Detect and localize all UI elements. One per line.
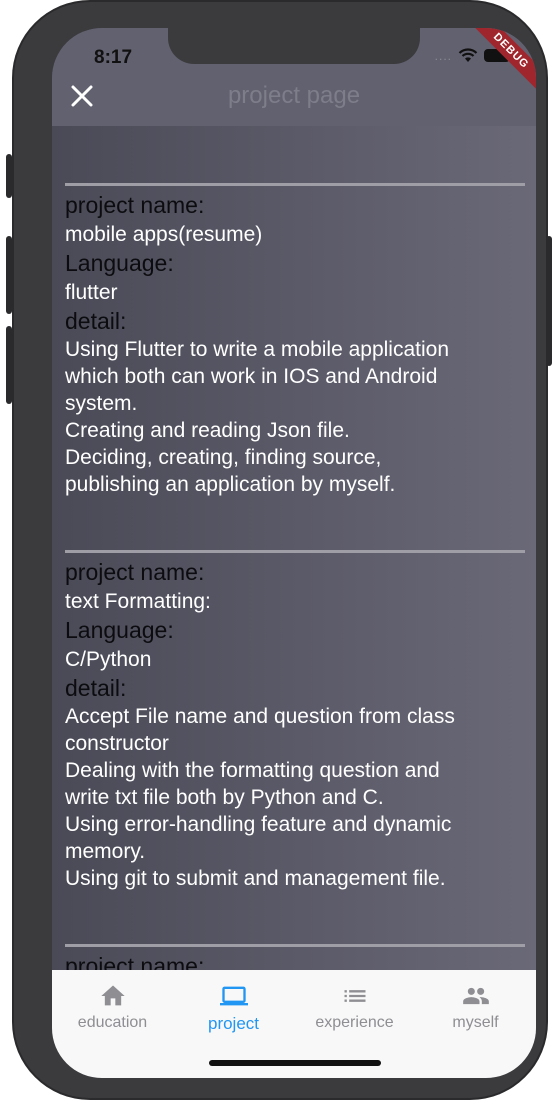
language-label: Language: — [65, 250, 174, 276]
bottom-navigation-bar: education project experience myself — [52, 970, 536, 1078]
detail-label: detail: — [65, 675, 127, 701]
language-label: Language: — [65, 617, 174, 643]
project-name: mobile apps(resume) — [65, 223, 263, 246]
screen: DEBUG 8:17 .... project page project nam… — [52, 28, 536, 1078]
detail-line: Dealing with the formatting question and — [65, 759, 440, 782]
detail-line: Using git to submit and management file. — [65, 867, 446, 890]
divider — [65, 183, 525, 186]
nav-label: experience — [315, 1014, 394, 1031]
status-time: 8:17 — [94, 47, 133, 68]
phone-frame: DEBUG 8:17 .... project page project nam… — [6, 2, 552, 1098]
wifi-icon — [458, 48, 478, 62]
project-language: flutter — [65, 281, 118, 304]
laptop-icon — [219, 986, 248, 1006]
detail-line: publishing an application by myself. — [65, 473, 396, 496]
detail-line: write txt file both by Python and C. — [65, 786, 384, 809]
project-list[interactable]: project name: mobile apps(resume) Langua… — [52, 126, 536, 974]
divider — [65, 944, 525, 947]
detail-line: Using Flutter to write a mobile applicat… — [65, 338, 450, 361]
detail-line: which both can work in IOS and Android — [65, 365, 438, 388]
silent-switch — [6, 154, 12, 198]
detail-line: Creating and reading Json file. — [65, 419, 350, 442]
detail-line: Deciding, creating, finding source, — [65, 446, 382, 469]
page-title: project page — [227, 82, 361, 109]
nav-item-myself[interactable]: myself — [415, 982, 536, 1032]
nav-label: project — [207, 1014, 260, 1033]
detail-line: memory. — [65, 840, 146, 863]
signal-icon: .... — [434, 48, 452, 63]
detail-line: system. — [65, 392, 138, 415]
volume-up-button — [6, 236, 12, 314]
home-indicator[interactable] — [209, 1060, 381, 1066]
divider — [65, 550, 525, 553]
project-name-label: project name: — [65, 192, 205, 218]
nav-item-project[interactable]: project — [173, 982, 294, 1034]
notch — [168, 28, 420, 64]
project-name: text Formatting: — [65, 590, 211, 613]
list-icon — [344, 990, 365, 1002]
volume-down-button — [6, 326, 12, 404]
nav-item-education[interactable]: education — [52, 982, 173, 1032]
detail-line: Accept File name and question from class — [65, 705, 455, 728]
detail-line: Using error-handling feature and dynamic — [65, 813, 452, 836]
project-card: project name: mobile apps(resume) Langua… — [65, 183, 525, 498]
nav-item-experience[interactable]: experience — [294, 982, 415, 1032]
project-name-label: project name: — [65, 559, 205, 585]
nav-label: myself — [452, 1014, 499, 1031]
home-icon — [100, 985, 125, 1006]
project-card: project name: text Formatting: Language:… — [65, 550, 525, 892]
power-button — [546, 236, 552, 366]
project-language: C/Python — [65, 648, 152, 671]
detail-line: constructor — [65, 732, 169, 755]
nav-label: education — [77, 1014, 148, 1031]
people-icon — [462, 987, 489, 1005]
detail-label: detail: — [65, 308, 127, 334]
